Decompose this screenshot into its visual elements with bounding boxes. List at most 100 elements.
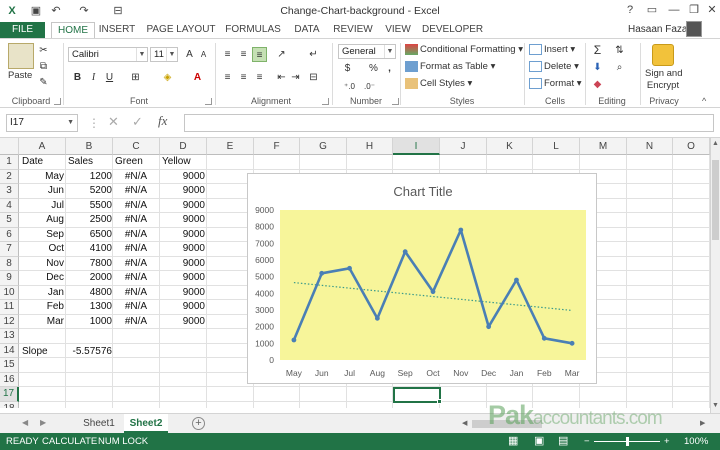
align-left-icon[interactable]: ≡ xyxy=(220,70,235,85)
data-point[interactable] xyxy=(291,337,297,343)
scroll-down-icon[interactable]: ▼ xyxy=(712,402,719,409)
cell-d7[interactable]: 9000 xyxy=(160,242,205,256)
conditional-formatting-button[interactable]: Conditional Formatting ▾ xyxy=(405,43,523,57)
row-header-16[interactable]: 16 xyxy=(0,372,19,387)
cell-c4[interactable]: #N/A xyxy=(113,199,159,213)
next-sheet-icon[interactable]: ▶ xyxy=(40,418,46,427)
currency-button[interactable]: $ xyxy=(340,61,355,76)
font-color-icon[interactable]: A xyxy=(190,70,205,85)
cell-d11[interactable]: 9000 xyxy=(160,300,205,314)
column-header-g[interactable]: G xyxy=(300,138,347,155)
normal-view-icon[interactable]: ▦ xyxy=(508,433,518,450)
align-middle-icon[interactable]: ≡ xyxy=(236,47,251,62)
tab-data[interactable]: DATA xyxy=(290,22,324,38)
cell-c12[interactable]: #N/A xyxy=(113,315,159,329)
tab-insert[interactable]: INSERT xyxy=(97,22,137,38)
increase-font-icon[interactable]: A xyxy=(182,47,197,62)
row-header-8[interactable]: 8 xyxy=(0,256,19,271)
zoom-level[interactable]: 100% xyxy=(684,433,708,450)
column-header-e[interactable]: E xyxy=(207,138,254,155)
cell-c3[interactable]: #N/A xyxy=(113,184,159,198)
status-calculate[interactable]: CALCULATE xyxy=(42,433,97,450)
collapse-ribbon-icon[interactable]: ^ xyxy=(702,96,706,106)
data-point[interactable] xyxy=(541,335,547,341)
alignment-launcher-icon[interactable] xyxy=(322,98,329,105)
row-header-15[interactable]: 15 xyxy=(0,358,19,373)
row-header-11[interactable]: 11 xyxy=(0,300,19,315)
scroll-thumb[interactable] xyxy=(712,160,719,240)
font-launcher-icon[interactable] xyxy=(205,98,212,105)
cell-d1[interactable]: Yellow xyxy=(162,155,191,169)
row-header-9[interactable]: 9 xyxy=(0,271,19,286)
cell-b3[interactable]: 5200 xyxy=(66,184,112,198)
cut-icon[interactable]: ✂ xyxy=(36,43,51,58)
cell-d4[interactable]: 9000 xyxy=(160,199,205,213)
tab-developer[interactable]: DEVELOPER xyxy=(422,22,483,38)
cell-d12[interactable]: 9000 xyxy=(160,315,205,329)
orientation-icon[interactable]: ↗ xyxy=(274,47,289,62)
italic-button[interactable]: I xyxy=(86,70,101,85)
column-header-k[interactable]: K xyxy=(487,138,533,155)
font-size-combo[interactable]: 11 ▼ xyxy=(150,47,178,62)
cell-b1[interactable]: Sales xyxy=(68,155,93,169)
cell-a8[interactable]: Nov xyxy=(20,257,64,271)
cell-styles-button[interactable]: Cell Styles ▾ xyxy=(405,77,472,91)
row-header-18[interactable]: 18 xyxy=(0,401,19,408)
close-icon[interactable]: ✕ xyxy=(702,2,720,18)
data-point[interactable] xyxy=(514,277,519,283)
cell-a11[interactable]: Feb xyxy=(20,300,64,314)
cell-b10[interactable]: 4800 xyxy=(66,286,112,300)
cell-b4[interactable]: 5500 xyxy=(66,199,112,213)
wrap-text-icon[interactable]: ↵ xyxy=(306,47,321,62)
minimize-icon[interactable]: — xyxy=(664,2,684,18)
zoom-out-icon[interactable]: − xyxy=(584,433,590,450)
cell-a6[interactable]: Sep xyxy=(20,228,64,242)
format-cells-button[interactable]: Format ▾ xyxy=(529,77,582,91)
plot-area[interactable] xyxy=(280,210,586,360)
row-header-7[interactable]: 7 xyxy=(0,242,19,257)
row-header-5[interactable]: 5 xyxy=(0,213,19,228)
cell-a2[interactable]: May xyxy=(20,170,64,184)
sheet-tab-sheet2[interactable]: Sheet2 xyxy=(124,414,168,433)
row-header-13[interactable]: 13 xyxy=(0,329,19,344)
scroll-up-icon[interactable]: ▲ xyxy=(712,140,719,147)
increase-decimal-icon[interactable]: ⁺.0 xyxy=(342,79,357,94)
cell-d2[interactable]: 9000 xyxy=(160,170,205,184)
cell-a12[interactable]: Mar xyxy=(20,315,64,329)
column-header-o[interactable]: O xyxy=(673,138,710,155)
cell-a3[interactable]: Jun xyxy=(20,184,64,198)
percent-button[interactable]: % xyxy=(366,61,381,76)
cell-a1[interactable]: Date xyxy=(22,155,43,169)
column-header-c[interactable]: C xyxy=(113,138,160,155)
chart[interactable]: Chart Title 0 1000 2000 3000 4000 5000 6000 700… xyxy=(247,173,597,384)
format-painter-icon[interactable]: ✎ xyxy=(36,75,51,90)
cell-c8[interactable]: #N/A xyxy=(113,257,159,271)
tab-home[interactable]: HOME xyxy=(51,22,95,39)
fill-color-icon[interactable]: ◈ xyxy=(160,70,175,85)
column-header-n[interactable]: N xyxy=(627,138,673,155)
cell-b6[interactable]: 6500 xyxy=(66,228,112,242)
underline-button[interactable]: U xyxy=(102,70,117,85)
cell-d3[interactable]: 9000 xyxy=(160,184,205,198)
tab-review[interactable]: REVIEW xyxy=(332,22,374,38)
fill-handle[interactable] xyxy=(437,399,442,404)
cell-b2[interactable]: 1200 xyxy=(66,170,112,184)
name-box[interactable]: I17 ▼ xyxy=(6,114,78,132)
avatar[interactable] xyxy=(686,21,702,37)
row-header-3[interactable]: 3 xyxy=(0,184,19,199)
cancel-icon[interactable]: ✕ xyxy=(108,114,119,130)
find-select-icon[interactable]: ⌕ xyxy=(612,60,627,75)
column-header-h[interactable]: H xyxy=(347,138,393,155)
cell-a7[interactable]: Oct xyxy=(20,242,64,256)
data-point[interactable] xyxy=(402,249,408,255)
decrease-indent-icon[interactable]: ⇤ xyxy=(274,70,289,85)
zoom-in-icon[interactable]: + xyxy=(664,433,670,450)
copy-icon[interactable]: ⧉ xyxy=(36,59,51,74)
tab-formulas[interactable]: FORMULAS xyxy=(224,22,282,38)
cell-c1[interactable]: Green xyxy=(115,155,143,169)
column-header-b[interactable]: B xyxy=(66,138,113,155)
chart-title[interactable]: Chart Title xyxy=(393,184,452,199)
number-format-combo[interactable]: General ▼ xyxy=(338,44,396,59)
sign-encrypt-line2[interactable]: Encrypt xyxy=(643,79,683,93)
cell-a5[interactable]: Aug xyxy=(20,213,64,227)
